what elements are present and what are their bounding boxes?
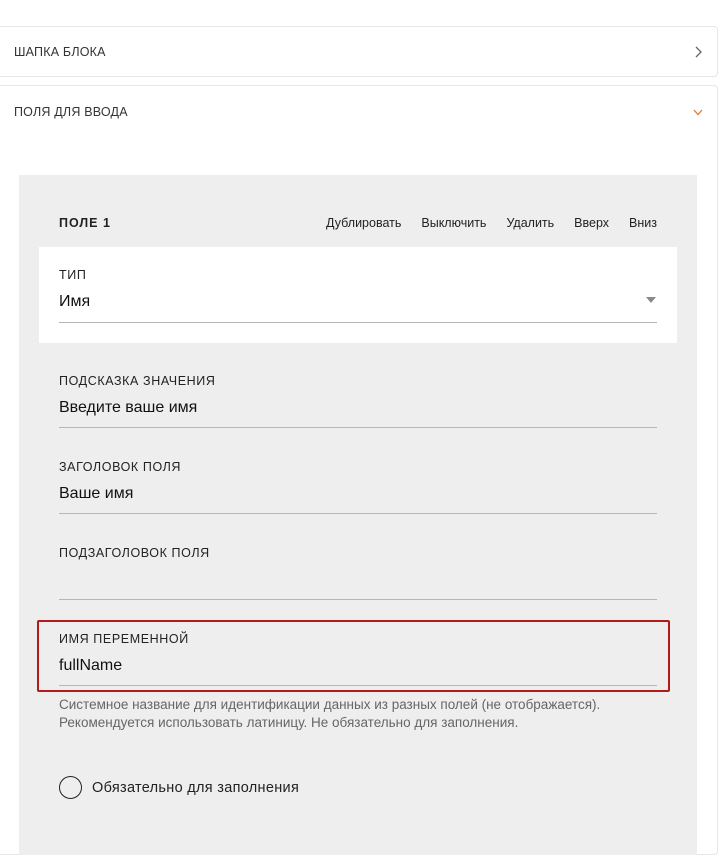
field-title: ПОЛЕ 1 xyxy=(59,216,111,230)
variable-hint: Системное название для идентификации дан… xyxy=(59,697,601,730)
type-underline xyxy=(59,322,657,323)
caret-down-icon[interactable] xyxy=(646,297,656,303)
placeholder-label: ПОДСКАЗКА ЗНАЧЕНИЯ xyxy=(59,374,216,388)
panel-header-input-fields[interactable]: ПОЛЯ ДЛЯ ВВОДА xyxy=(0,86,717,137)
panel-header-block-header[interactable]: ШАПКА БЛОКА xyxy=(0,27,717,76)
heading-underline xyxy=(59,513,657,514)
chevron-down-icon[interactable] xyxy=(691,105,705,119)
subheading-underline xyxy=(59,599,657,600)
required-radio[interactable] xyxy=(59,776,82,799)
variable-label: ИМЯ ПЕРЕМЕННОЙ xyxy=(59,632,189,646)
heading-input[interactable]: Ваше имя xyxy=(59,485,133,503)
type-value[interactable]: Имя xyxy=(59,293,90,311)
placeholder-underline xyxy=(59,427,657,428)
subheading-label: ПОДЗАГОЛОВОК ПОЛЯ xyxy=(59,546,210,560)
disable-button[interactable]: Выключить xyxy=(421,216,486,230)
field-card-header: ПОЛЕ 1 Дублировать Выключить Удалить Вве… xyxy=(59,215,657,231)
panel-block-header[interactable]: ШАПКА БЛОКА xyxy=(0,26,718,77)
delete-button[interactable]: Удалить xyxy=(506,216,554,230)
required-label[interactable]: Обязательно для заполнения xyxy=(92,780,299,796)
placeholder-input[interactable]: Введите ваше имя xyxy=(59,399,197,417)
variable-input[interactable]: fullName xyxy=(59,657,122,675)
variable-underline xyxy=(59,685,657,686)
field-card: ПОЛЕ 1 Дублировать Выключить Удалить Вве… xyxy=(19,175,697,855)
duplicate-button[interactable]: Дублировать xyxy=(326,216,401,230)
heading-label: ЗАГОЛОВОК ПОЛЯ xyxy=(59,460,182,474)
chevron-right-icon[interactable] xyxy=(691,45,705,59)
type-label: ТИП xyxy=(59,268,87,282)
field-actions: Дублировать Выключить Удалить Вверх Вниз xyxy=(326,216,657,230)
type-select[interactable]: ТИП Имя xyxy=(39,247,677,343)
variable-highlight-box xyxy=(37,620,670,692)
move-up-button[interactable]: Вверх xyxy=(574,216,609,230)
move-down-button[interactable]: Вниз xyxy=(629,216,657,230)
panel-title: ПОЛЯ ДЛЯ ВВОДА xyxy=(14,104,128,119)
panel-title: ШАПКА БЛОКА xyxy=(14,44,106,59)
